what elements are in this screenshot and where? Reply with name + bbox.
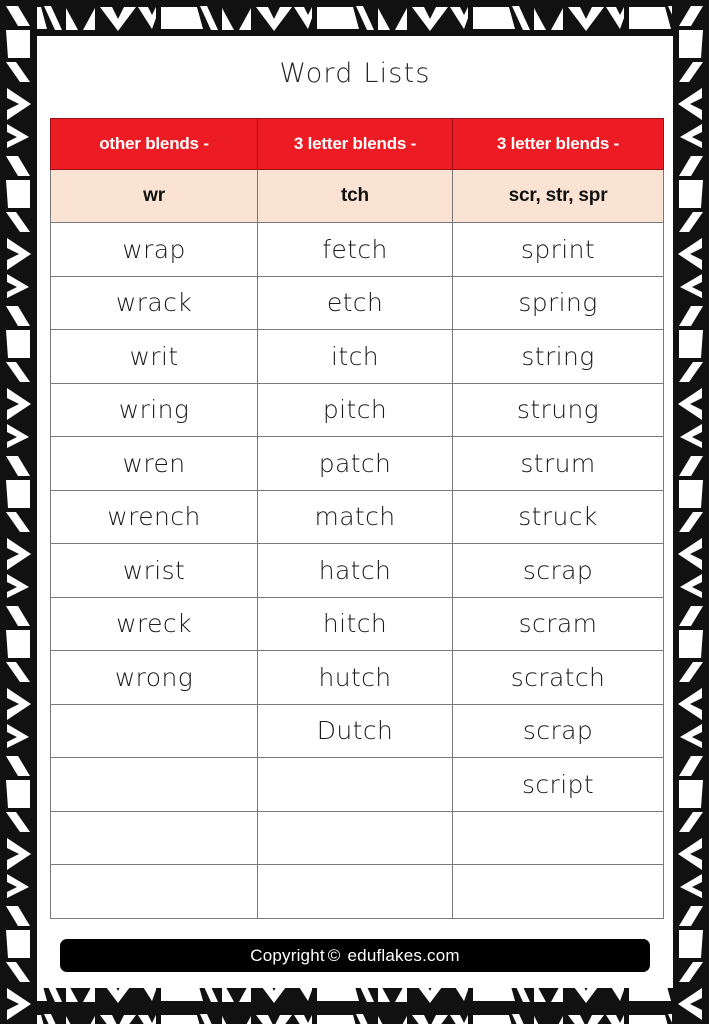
word-cell: strung: [452, 382, 664, 437]
word-cell: wrap: [50, 222, 258, 277]
word-cell: script: [452, 757, 664, 812]
word-cell: scram: [452, 596, 664, 651]
table-row: wreck hitch scram: [50, 596, 664, 651]
word-cell: struck: [452, 489, 664, 544]
table-row: wrist hatch scrap: [50, 543, 664, 598]
word-cell: scratch: [452, 650, 664, 705]
word-cell: hitch: [257, 596, 453, 651]
word-cell: wren: [50, 436, 258, 491]
table-row: Dutch scrap: [50, 703, 664, 758]
page-title: Word Lists: [279, 58, 431, 89]
word-cell: Dutch: [257, 703, 453, 758]
word-cell: wring: [50, 382, 258, 437]
word-cell: strum: [452, 436, 664, 491]
word-cell: fetch: [257, 222, 453, 277]
word-cell: wrack: [50, 275, 258, 330]
word-lists-table: other blends - 3 letter blends - 3 lette…: [50, 118, 664, 919]
worksheet-sheet: Word Lists other blends - 3 letter blend…: [37, 36, 673, 988]
word-cell: hatch: [257, 543, 453, 598]
word-cell: sprint: [452, 222, 664, 277]
word-cell: wrench: [50, 489, 258, 544]
word-cell: [257, 864, 453, 919]
word-cell: [50, 810, 258, 865]
copyright-icon: ©: [327, 945, 341, 965]
table-row: [50, 810, 664, 865]
word-cell: hutch: [257, 650, 453, 705]
copyright-footer: Copyright © eduflakes.com: [60, 939, 650, 972]
word-cell: etch: [257, 275, 453, 330]
table-row: [50, 864, 664, 919]
word-cell: [257, 810, 453, 865]
table-row: writ itch string: [50, 329, 664, 384]
word-cell: wrist: [50, 543, 258, 598]
word-cell: [452, 864, 664, 919]
column-header-2: 3 letter blends -: [257, 118, 453, 170]
site-label: eduflakes.com: [347, 945, 460, 965]
word-cell: [257, 757, 453, 812]
table-row: wring pitch strung: [50, 382, 664, 437]
table-row: wrap fetch sprint: [50, 222, 664, 277]
word-cell: itch: [257, 329, 453, 384]
word-cell: patch: [257, 436, 453, 491]
table-row: script: [50, 757, 664, 812]
column-header-1: other blends -: [50, 118, 258, 170]
table-subheader-row: wr tch scr, str, spr: [50, 169, 664, 223]
word-cell: scrap: [452, 543, 664, 598]
word-cell: [50, 757, 258, 812]
word-cell: [50, 864, 258, 919]
word-cell: scrap: [452, 703, 664, 758]
word-cell: writ: [50, 329, 258, 384]
word-cell: string: [452, 329, 664, 384]
copyright-label: Copyright: [250, 945, 325, 965]
column-subheader-2: tch: [257, 169, 453, 223]
word-cell: spring: [452, 275, 664, 330]
word-cell: match: [257, 489, 453, 544]
table-row: wrack etch spring: [50, 275, 664, 330]
worksheet-page: Word Lists other blends - 3 letter blend…: [0, 0, 709, 1024]
table-row: wren patch strum: [50, 436, 664, 491]
column-header-3: 3 letter blends -: [452, 118, 664, 170]
word-cell: [50, 703, 258, 758]
word-cell: wrong: [50, 650, 258, 705]
word-cell: pitch: [257, 382, 453, 437]
table-header-row: other blends - 3 letter blends - 3 lette…: [50, 118, 664, 170]
column-subheader-1: wr: [50, 169, 258, 223]
table-row: wrench match struck: [50, 489, 664, 544]
column-subheader-3: scr, str, spr: [452, 169, 664, 223]
word-cell: wreck: [50, 596, 258, 651]
table-row: wrong hutch scratch: [50, 650, 664, 705]
word-cell: [452, 810, 664, 865]
